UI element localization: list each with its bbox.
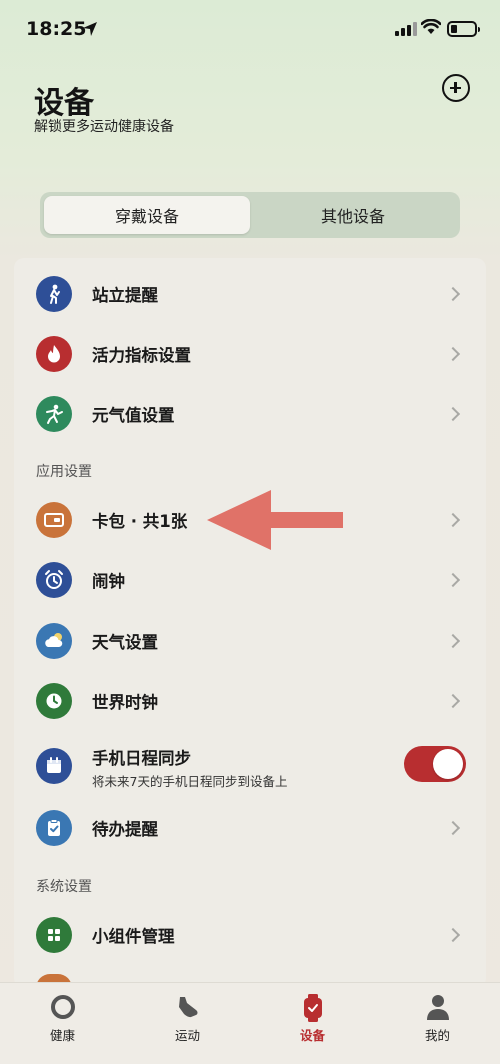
chevron-right-icon [445,820,461,836]
energy-icon [36,396,72,432]
tab-label: 设备 [299,1028,325,1043]
tab-devices[interactable]: 设备 [250,983,375,1064]
tab-other-devices[interactable]: 其他设备 [250,196,456,234]
tab-wearable-devices[interactable]: 穿戴设备 [44,196,250,234]
person-icon [426,995,449,1020]
list-item-world-clock[interactable]: 世界时钟 [14,671,486,731]
flame-icon [36,336,72,372]
list-item-weather[interactable]: 天气设置 [14,611,486,671]
tab-label: 运动 [174,1028,200,1043]
status-bar: 18:25 [0,0,500,60]
location-arrow-icon [83,22,97,36]
list-item-widget-management[interactable]: 小组件管理 [14,905,486,965]
card-icon [36,502,72,538]
row-label: 手机日程同步 [92,749,191,768]
tab-profile[interactable]: 我的 [375,983,500,1064]
row-label: 卡包 · 共1张 [92,512,188,531]
tab-label: 健康 [49,1028,75,1043]
list-item-vitality-settings[interactable]: 活力指标设置 [14,324,486,384]
page-subtitle: 解锁更多运动健康设备 [34,119,174,135]
chevron-right-icon [445,927,461,943]
alarm-icon [36,562,72,598]
shoe-icon [178,997,197,1018]
weather-icon [36,623,72,659]
list-item-calendar-sync: 手机日程同步 将未来7天的手机日程同步到设备上 [14,735,486,797]
health-ring-icon [50,995,75,1019]
section-header-system-settings: 系统设置 [36,879,92,895]
chevron-right-icon [445,286,461,302]
watch-icon [303,994,322,1022]
annotation-arrow-icon [207,490,343,550]
todo-icon [36,810,72,846]
section-header-app-settings: 应用设置 [36,464,92,480]
add-device-button[interactable] [442,74,470,102]
list-item-todo-reminder[interactable]: 待办提醒 [14,798,486,858]
row-label: 小组件管理 [92,927,175,946]
row-label: 世界时钟 [92,693,158,712]
cellular-signal-icon [395,22,417,36]
row-label: 站立提醒 [92,286,158,305]
list-item-alarm[interactable]: 闹钟 [14,550,486,610]
calendar-sync-toggle[interactable] [404,746,466,782]
list-item-energy-settings[interactable]: 元气值设置 [14,384,486,444]
tab-health[interactable]: 健康 [0,983,125,1064]
row-label: 待办提醒 [92,820,158,839]
list-item-stand-reminder[interactable]: 站立提醒 [14,264,486,324]
chevron-right-icon [445,572,461,588]
calendar-icon [36,748,72,784]
chevron-right-icon [445,633,461,649]
clock-icon [36,683,72,719]
row-description: 将未来7天的手机日程同步到设备上 [92,774,288,789]
stand-icon [36,276,72,312]
chevron-right-icon [445,693,461,709]
chevron-right-icon [445,512,461,528]
row-label: 天气设置 [92,633,158,652]
battery-icon [447,21,480,37]
widget-icon [36,917,72,953]
row-label: 元气值设置 [92,406,175,425]
status-time: 18:25 [26,18,87,40]
tab-exercise[interactable]: 运动 [125,983,250,1064]
row-label: 活力指标设置 [92,346,191,365]
tab-label: 我的 [424,1028,450,1043]
chevron-right-icon [445,346,461,362]
chevron-right-icon [445,406,461,422]
wifi-icon [421,19,441,34]
row-label: 闹钟 [92,572,125,591]
settings-card: 站立提醒 活力指标设置 元气值设置 应用设置 卡包 · 共1张 闹钟 天气设置 … [14,258,486,988]
bottom-tab-bar: 健康 运动 设备 我的 [0,982,500,1064]
device-type-segmented-control: 穿戴设备 其他设备 [40,192,460,238]
